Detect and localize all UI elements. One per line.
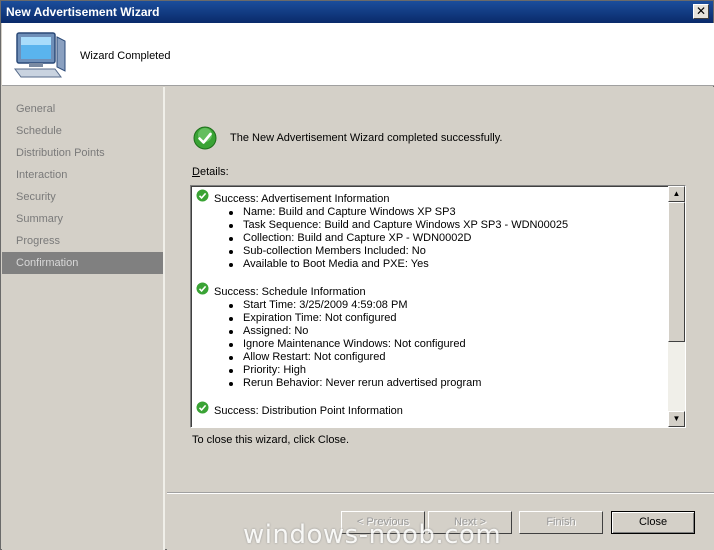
watermark: windows-noob.com	[243, 520, 502, 550]
section-title: Success: Advertisement Information	[214, 193, 390, 205]
close-window-icon[interactable]: ✕	[693, 4, 709, 19]
sidebar-item-summary[interactable]: Summary	[2, 208, 163, 230]
wizard-window: New Advertisement Wizard ✕ Wizard Comple…	[0, 0, 714, 550]
details-section-advertisement: Success: Advertisement Information Name:…	[195, 189, 669, 271]
close-button[interactable]: Close	[611, 511, 695, 534]
title-bar: New Advertisement Wizard ✕	[1, 1, 713, 23]
list-item: Priority: High	[229, 364, 669, 377]
list-item: Name: Build and Capture Windows XP SP3	[229, 206, 669, 219]
success-check-icon	[196, 401, 209, 414]
wizard-steps-sidebar: General Schedule Distribution Points Int…	[2, 87, 165, 550]
section-header: Success: Advertisement Information	[195, 189, 669, 206]
sidebar-item-confirmation[interactable]: Confirmation	[2, 252, 163, 274]
close-hint-text: To close this wizard, click Close.	[192, 434, 350, 446]
section-title: Success: Schedule Information	[214, 286, 366, 298]
list-item: Task Sequence: Build and Capture Windows…	[229, 219, 669, 232]
list-item: Allow Restart: Not configured	[229, 351, 669, 364]
sidebar-item-interaction[interactable]: Interaction	[2, 164, 163, 186]
section-items: Start Time: 3/25/2009 4:59:08 PM Expirat…	[195, 299, 669, 390]
finish-button[interactable]: Finish	[519, 511, 603, 534]
success-check-icon	[193, 126, 217, 150]
computer-icon	[14, 32, 66, 78]
section-items: Name: Build and Capture Windows XP SP3 T…	[195, 206, 669, 271]
footer-divider	[167, 492, 714, 494]
section-header: Success: Schedule Information	[195, 282, 669, 299]
section-header: Success: Distribution Point Information	[195, 401, 669, 418]
list-item: Assigned: No	[229, 325, 669, 338]
sidebar-item-security[interactable]: Security	[2, 186, 163, 208]
section-title: Success: Distribution Point Information	[214, 405, 403, 417]
list-item: Available to Boot Media and PXE: Yes	[229, 258, 669, 271]
list-item: Sub-collection Members Included: No	[229, 245, 669, 258]
details-label: Details:	[192, 166, 229, 178]
sidebar-item-schedule[interactable]: Schedule	[2, 120, 163, 142]
scroll-up-icon[interactable]: ▲	[668, 186, 685, 202]
details-textbox[interactable]: Success: Advertisement Information Name:…	[190, 185, 686, 428]
sidebar-item-general[interactable]: General	[2, 98, 163, 120]
window-title: New Advertisement Wizard	[6, 5, 160, 19]
main-panel: The New Advertisement Wizard completed s…	[167, 87, 714, 550]
details-label-text: etails:	[199, 166, 229, 178]
list-item: Collection: Build and Capture XP - WDN00…	[229, 232, 669, 245]
details-scrollbar[interactable]: ▲ ▼	[668, 186, 685, 427]
details-content: Success: Advertisement Information Name:…	[191, 186, 669, 427]
list-item: Start Time: 3/25/2009 4:59:08 PM	[229, 299, 669, 312]
list-item: Ignore Maintenance Windows: Not configur…	[229, 338, 669, 351]
list-item: Rerun Behavior: Never rerun advertised p…	[229, 377, 669, 390]
wizard-page-title: Wizard Completed	[80, 50, 171, 62]
details-label-accesskey: D	[192, 166, 200, 178]
success-check-icon	[196, 189, 209, 202]
sidebar-item-distribution-points[interactable]: Distribution Points	[2, 142, 163, 164]
details-section-schedule: Success: Schedule Information Start Time…	[195, 282, 669, 390]
sidebar-item-progress[interactable]: Progress	[2, 230, 163, 252]
wizard-header: Wizard Completed	[2, 23, 714, 86]
details-section-distribution-points: Success: Distribution Point Information	[195, 401, 669, 418]
scroll-down-icon[interactable]: ▼	[668, 411, 685, 427]
success-check-icon	[196, 282, 209, 295]
success-message: The New Advertisement Wizard completed s…	[230, 132, 503, 144]
scroll-thumb[interactable]	[668, 202, 685, 342]
list-item: Expiration Time: Not configured	[229, 312, 669, 325]
